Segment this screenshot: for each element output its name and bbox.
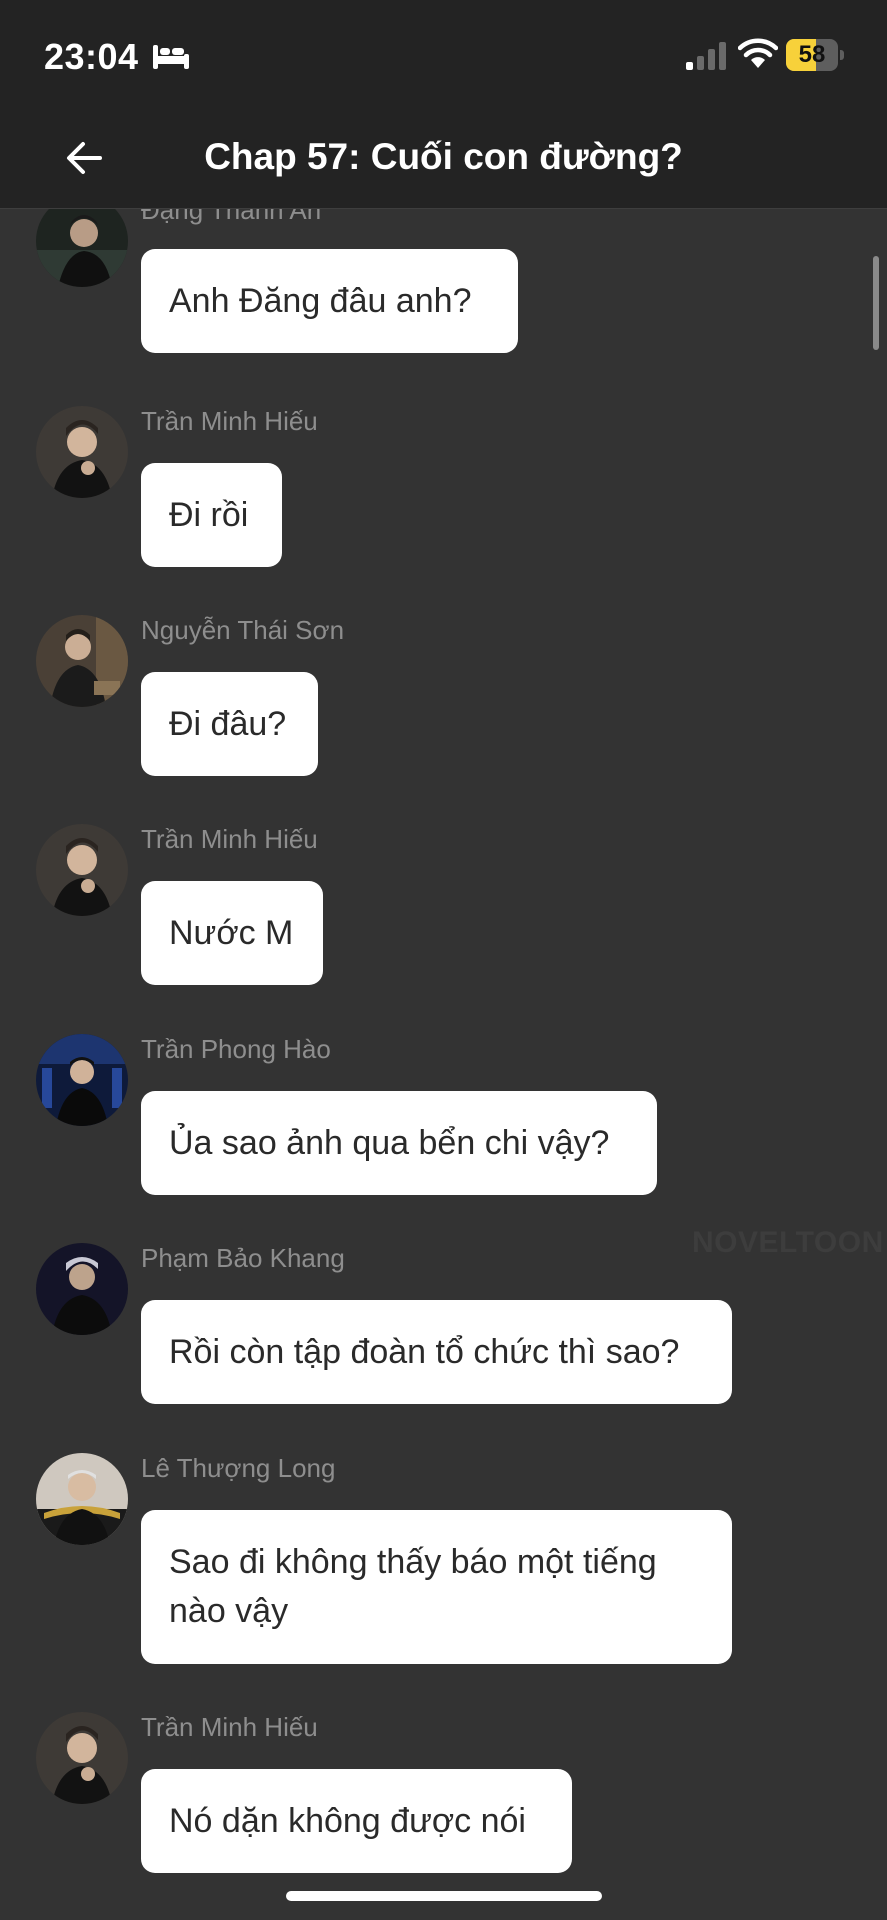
avatar[interactable] xyxy=(36,1034,128,1126)
status-bar: 23:04 58 xyxy=(0,0,887,106)
sender-name: Trần Minh Hiếu xyxy=(141,824,318,854)
wifi-icon xyxy=(738,38,778,68)
sender-name: Trần Phong Hào xyxy=(141,1034,331,1064)
scrollbar-thumb[interactable] xyxy=(873,256,879,350)
avatar[interactable] xyxy=(36,1453,128,1545)
page-title: Chap 57: Cuối con đường? xyxy=(204,136,683,177)
status-time: 23:04 xyxy=(44,36,139,77)
avatar[interactable] xyxy=(36,824,128,916)
sender-name: Trần Minh Hiếu xyxy=(141,1712,318,1742)
watermark: NOVELTOON xyxy=(692,1226,884,1259)
message-bubble: Ủa sao ảnh qua bển chi vậy? xyxy=(141,1091,657,1195)
back-button[interactable] xyxy=(56,130,112,186)
chat-screen: 23:04 58 Chap 57: Cuối con đường? Đặng T… xyxy=(0,0,887,1920)
avatar[interactable] xyxy=(36,209,128,287)
sender-name: Nguyễn Thái Sơn xyxy=(141,615,345,645)
message-bubble: Nó dặn không được nói xyxy=(141,1769,572,1873)
avatar[interactable] xyxy=(36,615,128,707)
message-bubble: Rồi còn tập đoàn tổ chức thì sao? xyxy=(141,1300,732,1404)
home-indicator[interactable] xyxy=(286,1891,602,1901)
chat-list[interactable]: Đặng Thành An Anh Đăng đâu anh? Trần Min… xyxy=(0,209,887,1920)
sender-name: Đặng Thành An xyxy=(141,209,322,225)
chapter-header: Chap 57: Cuối con đường? xyxy=(0,106,887,209)
message-bubble: Đi rồi xyxy=(141,463,282,567)
sender-name: Lê Thượng Long xyxy=(141,1453,336,1483)
avatar[interactable] xyxy=(36,1712,128,1804)
message-bubble: Sao đi không thấy báo một tiếng nào vậy xyxy=(141,1510,732,1664)
battery-icon: 58 xyxy=(786,39,844,71)
message-bubble: Đi đâu? xyxy=(141,672,318,776)
battery-level: 58 xyxy=(798,41,826,68)
bed-icon xyxy=(153,45,189,69)
arrow-left-icon xyxy=(67,142,102,174)
cellular-signal-icon xyxy=(686,42,726,70)
battery-body: 58 xyxy=(786,39,838,71)
battery-tip xyxy=(840,50,844,60)
avatar[interactable] xyxy=(36,406,128,498)
sender-name: Phạm Bảo Khang xyxy=(141,1243,345,1273)
avatar[interactable] xyxy=(36,1243,128,1335)
message-bubble: Nước M xyxy=(141,881,323,985)
sender-name: Trần Minh Hiếu xyxy=(141,406,318,436)
message-bubble: Anh Đăng đâu anh? xyxy=(141,249,518,353)
